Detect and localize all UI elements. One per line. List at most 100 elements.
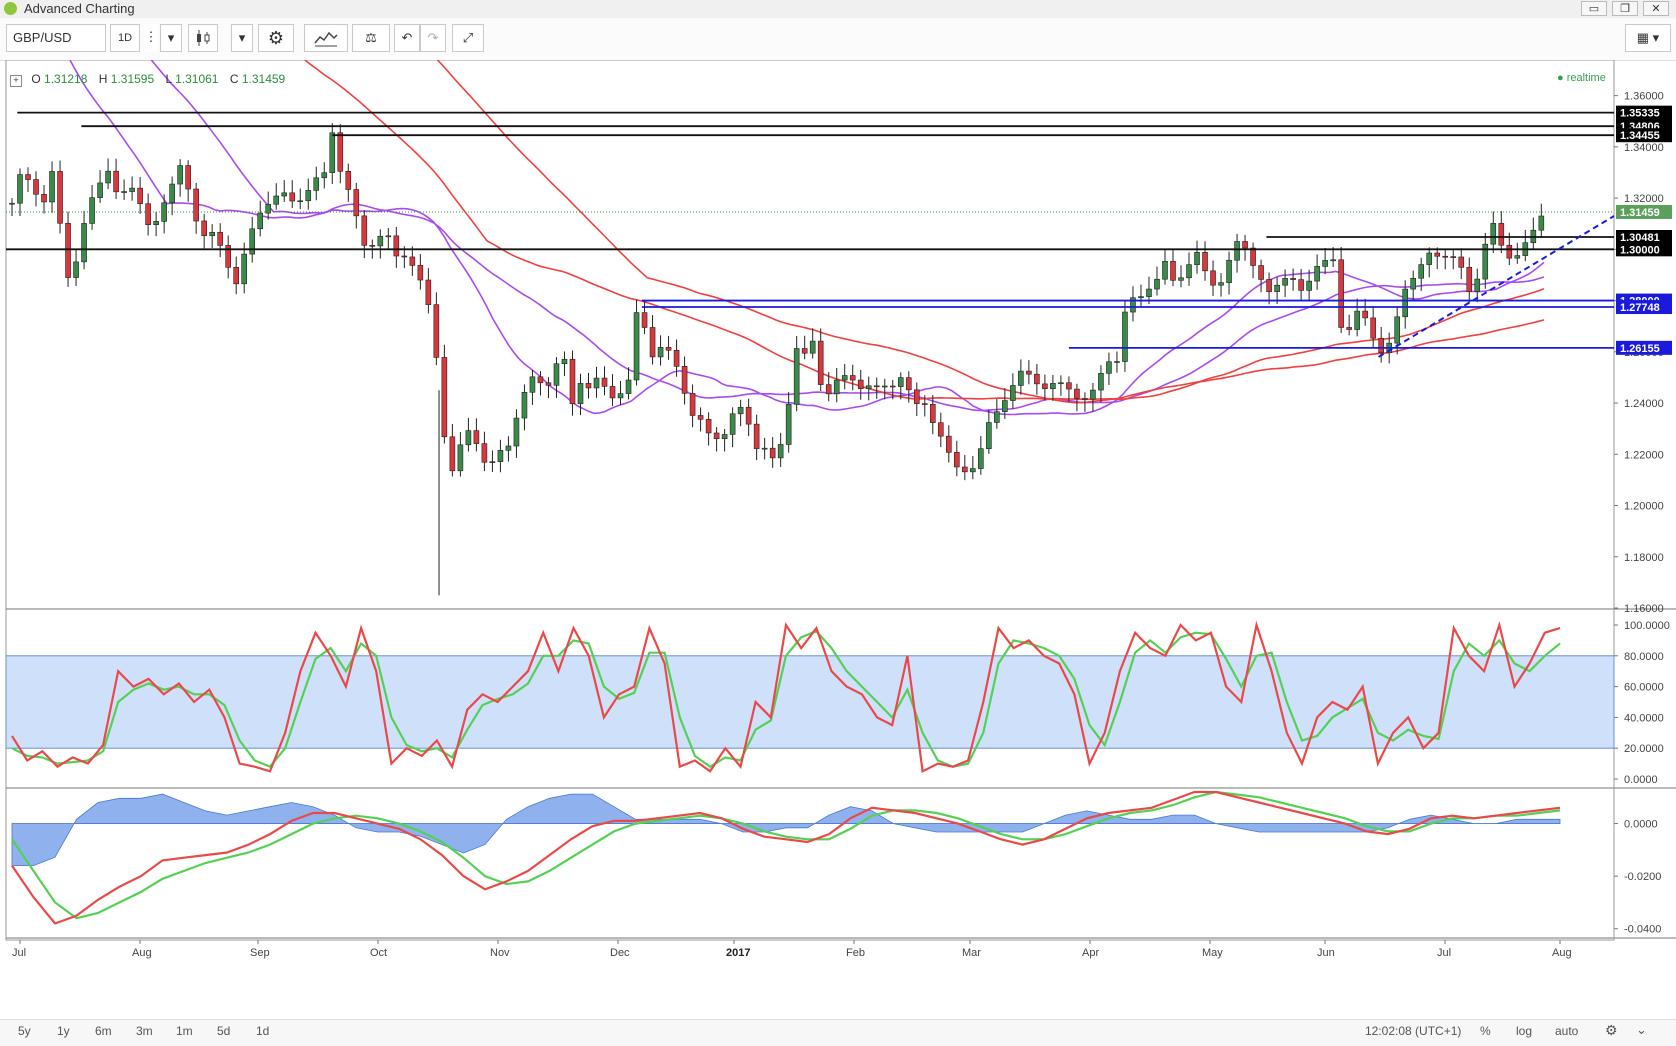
range-5d-button[interactable]: 5d xyxy=(217,1024,230,1038)
candle-body xyxy=(1186,264,1192,279)
candle-body xyxy=(994,411,1000,423)
range-1y-button[interactable]: 1y xyxy=(57,1024,70,1038)
auto-scale-button[interactable]: auto xyxy=(1555,1024,1578,1038)
candle-body xyxy=(1234,241,1240,261)
range-3m-button[interactable]: 3m xyxy=(136,1024,153,1038)
candle-body xyxy=(81,223,87,263)
compare-scale-icon[interactable]: ⚖ xyxy=(352,24,390,52)
candle-body xyxy=(9,202,15,205)
candle-body xyxy=(281,192,288,197)
collapse-chevron-icon[interactable]: ⌄ xyxy=(1636,1022,1647,1038)
range-6m-button[interactable]: 6m xyxy=(95,1024,112,1038)
close-button[interactable]: ✕ xyxy=(1643,1,1669,16)
percent-scale-button[interactable]: % xyxy=(1480,1024,1491,1038)
candle-body xyxy=(1322,260,1328,267)
candle-body xyxy=(761,447,768,450)
interval-dropdown-icon[interactable]: ▾ xyxy=(160,24,182,52)
candle-body xyxy=(105,170,111,184)
stoch-tick-label: 100.0000 xyxy=(1624,620,1670,632)
candle-body xyxy=(73,261,79,278)
more-vert-icon[interactable]: ⋮ xyxy=(144,24,158,52)
candle-body xyxy=(329,132,336,173)
low-label: L xyxy=(165,72,172,86)
candle-body xyxy=(1434,252,1441,257)
candle-body xyxy=(946,435,952,453)
candle-body xyxy=(1162,261,1168,280)
candle-body xyxy=(1426,252,1433,265)
stoch-tick-label: 60.0000 xyxy=(1624,682,1664,694)
candle-body xyxy=(769,447,776,459)
candle-body xyxy=(625,379,632,394)
log-scale-button[interactable]: log xyxy=(1516,1024,1532,1038)
candle-body xyxy=(497,450,504,462)
candle-body xyxy=(545,382,552,386)
macd-tick-label: 0.0000 xyxy=(1624,819,1658,831)
candle-body xyxy=(1410,277,1417,290)
candle-body xyxy=(153,221,159,225)
plot-frame xyxy=(5,59,1615,941)
candle-body xyxy=(1450,256,1457,258)
restore-button[interactable]: ❐ xyxy=(1612,1,1638,16)
chart-area[interactable]: 1.360001.340001.320001.300001.280001.260… xyxy=(0,0,1676,1020)
candle-body xyxy=(177,165,183,185)
candle-body xyxy=(553,363,560,386)
candle-body xyxy=(577,383,584,405)
window-title: Advanced Charting xyxy=(24,1,135,16)
candle-body xyxy=(193,188,199,222)
candle-body xyxy=(241,253,247,285)
candle-body xyxy=(585,383,592,389)
candle-body xyxy=(777,444,784,459)
candle-body xyxy=(41,193,47,203)
chart-type-dropdown-icon[interactable]: ▾ xyxy=(231,24,253,52)
fullscreen-icon[interactable]: ⤢ xyxy=(452,24,484,52)
candle-body xyxy=(954,452,960,468)
candle-body xyxy=(185,165,191,190)
candle-body xyxy=(273,195,280,205)
candle-body xyxy=(1178,277,1184,281)
interval-button[interactable]: 1D xyxy=(110,24,140,52)
candle-body xyxy=(962,466,968,473)
candle-body xyxy=(1074,388,1080,399)
candle-body xyxy=(465,430,472,446)
candle-body xyxy=(361,215,368,246)
chart-settings-gear-icon[interactable]: ⚙ xyxy=(1605,1022,1618,1039)
range-5y-button[interactable]: 5y xyxy=(18,1024,31,1038)
candle-body xyxy=(417,265,424,281)
indicators-icon[interactable] xyxy=(304,24,348,52)
undo-icon[interactable]: ↶ xyxy=(394,24,420,52)
chart-canvas[interactable]: 1.360001.340001.320001.300001.280001.260… xyxy=(0,0,1676,1020)
symbol-input[interactable]: GBP/USD xyxy=(6,24,106,52)
candle-body xyxy=(297,200,304,203)
candle-body xyxy=(1458,256,1465,268)
candle-body xyxy=(1050,383,1056,390)
legend-expand-icon[interactable]: + xyxy=(10,75,22,87)
range-1m-button[interactable]: 1m xyxy=(176,1024,193,1038)
minimize-button[interactable]: ▭ xyxy=(1581,1,1607,16)
candle-body xyxy=(449,436,456,472)
candlestick-type-icon[interactable] xyxy=(188,24,218,52)
layout-grid-icon[interactable]: ▦ ▾ xyxy=(1625,24,1671,52)
candle-body xyxy=(1026,370,1032,375)
price-tick-label: 1.20000 xyxy=(1624,501,1664,513)
candle-body xyxy=(1306,280,1312,291)
candle xyxy=(633,299,640,386)
candle-body xyxy=(201,220,207,237)
price-tick-label: 1.16000 xyxy=(1624,603,1664,615)
candle-body xyxy=(505,445,512,451)
candle-body xyxy=(833,379,840,395)
candle-body xyxy=(97,182,103,198)
realtime-indicator: ● realtime xyxy=(1557,72,1606,84)
time-tick-label: Jul xyxy=(1437,947,1451,959)
candle-body xyxy=(801,348,808,354)
time-tick-label: Sep xyxy=(250,947,270,959)
candle-body xyxy=(257,212,264,230)
candle-body xyxy=(33,179,39,195)
redo-icon[interactable]: ↷ xyxy=(420,24,446,52)
candle-body xyxy=(537,376,544,384)
range-1d-button[interactable]: 1d xyxy=(256,1024,269,1038)
candle-body xyxy=(841,375,848,381)
settings-gear-icon[interactable]: ⚙ xyxy=(258,24,294,52)
price-level-label: 1.30481 xyxy=(1620,232,1660,244)
candle-body xyxy=(1282,278,1288,286)
candle xyxy=(57,160,63,234)
